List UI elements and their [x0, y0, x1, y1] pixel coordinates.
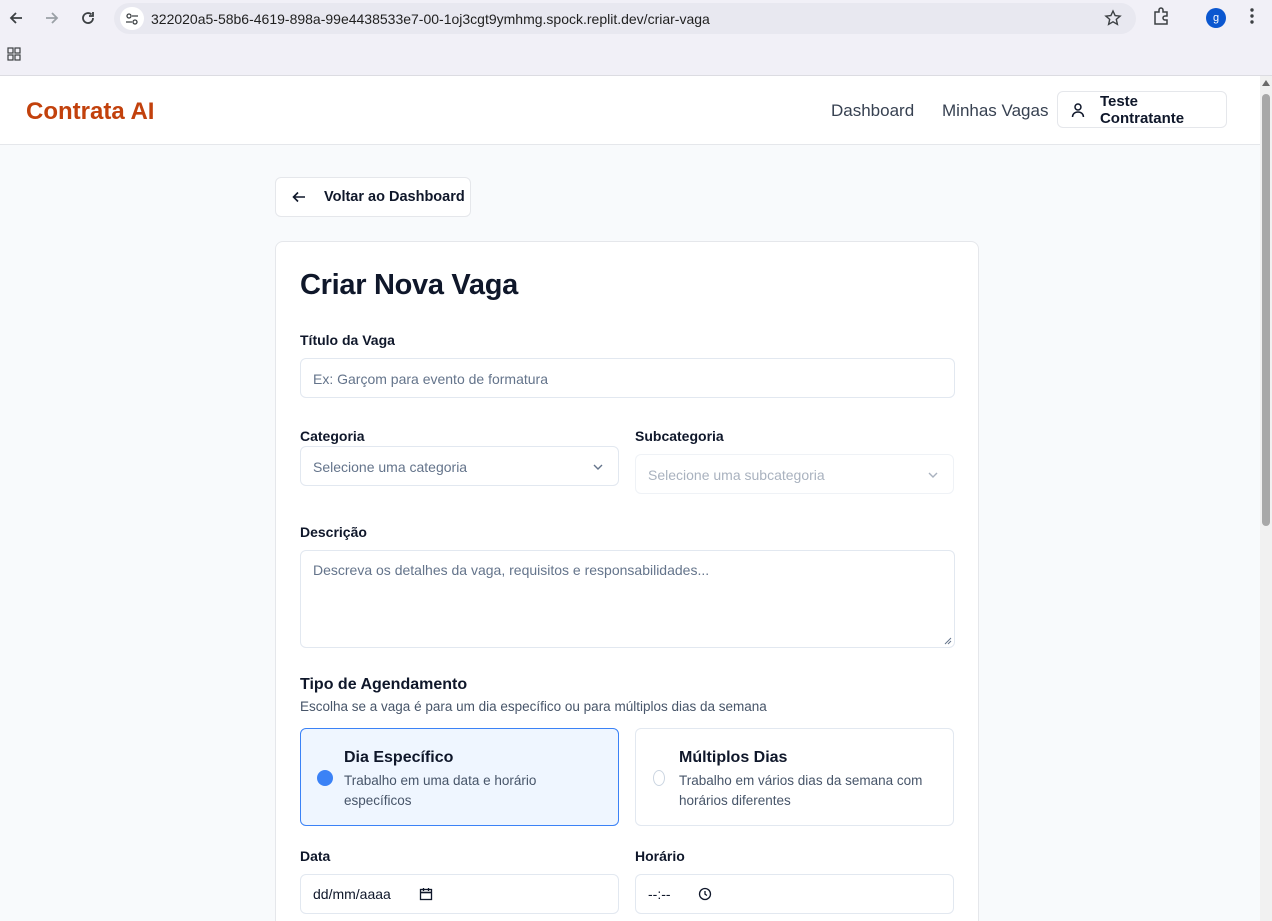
scroll-thumb[interactable]	[1262, 94, 1270, 526]
arrow-left-icon	[292, 191, 305, 203]
back-button-label: Voltar ao Dashboard	[324, 189, 465, 205]
schedule-type-title: Tipo de Agendamento	[300, 676, 468, 693]
site-settings-icon[interactable]	[120, 7, 144, 30]
chevron-down-icon	[593, 464, 603, 470]
chevron-down-icon	[928, 472, 938, 478]
date-input[interactable]: dd/mm/aaaa	[300, 874, 619, 914]
apps-grid-icon[interactable]	[7, 47, 21, 66]
resize-handle-icon[interactable]	[944, 637, 952, 645]
more-menu-icon[interactable]	[1242, 6, 1262, 31]
option-description: Trabalho em vários dias da semana com ho…	[679, 773, 923, 808]
date-value: dd/mm/aaaa	[313, 886, 391, 902]
brand-logo[interactable]: Contrata AI	[26, 98, 154, 126]
page-title: Criar Nova Vaga	[300, 269, 518, 301]
option-multiple-days[interactable]: Múltiplos Dias Trabalho em vários dias d…	[635, 728, 954, 826]
time-label: Horário	[635, 848, 685, 864]
bookmark-star-icon[interactable]	[1104, 9, 1122, 32]
description-label: Descrição	[300, 524, 367, 540]
user-icon	[1071, 102, 1085, 117]
back-to-dashboard-button[interactable]: Voltar ao Dashboard	[275, 177, 471, 217]
subcategory-label: Subcategoria	[635, 428, 724, 444]
extensions-icon[interactable]	[1151, 6, 1171, 31]
profile-avatar[interactable]: g	[1206, 8, 1226, 28]
time-input[interactable]: --:--	[635, 874, 954, 914]
category-placeholder: Selecione uma categoria	[313, 459, 468, 475]
clock-icon[interactable]	[698, 887, 712, 901]
subcategory-select[interactable]: Selecione uma subcategoria	[635, 454, 954, 494]
job-title-placeholder: Ex: Garçom para evento de formatura	[313, 371, 548, 387]
browser-toolbar: 322020a5-58b6-4619-898a-99e4438533e7-00-…	[0, 0, 1272, 36]
create-job-card: Criar Nova Vaga Título da Vaga Ex: Garço…	[275, 241, 979, 921]
back-arrow-icon[interactable]	[4, 6, 28, 30]
time-value: --:--	[648, 886, 671, 902]
address-bar[interactable]: 322020a5-58b6-4619-898a-99e4438533e7-00-…	[114, 3, 1136, 34]
scroll-up-arrow-icon[interactable]	[1262, 80, 1270, 86]
description-textarea[interactable]: Descreva os detalhes da vaga, requisitos…	[300, 550, 955, 648]
user-menu-button[interactable]: Teste Contratante	[1057, 91, 1227, 128]
option-specific-day[interactable]: Dia Específico Trabalho em uma data e ho…	[300, 728, 619, 826]
nav-minhas-vagas[interactable]: Minhas Vagas	[942, 101, 1048, 121]
page-scrollbar[interactable]	[1260, 76, 1272, 921]
radio-unselected-icon[interactable]	[653, 770, 665, 786]
subcategory-placeholder: Selecione uma subcategoria	[648, 467, 825, 483]
category-label: Categoria	[300, 428, 365, 444]
description-placeholder: Descreva os detalhes da vaga, requisitos…	[313, 562, 710, 578]
date-label: Data	[300, 848, 331, 864]
job-title-label: Título da Vaga	[300, 332, 395, 348]
forward-arrow-icon[interactable]	[40, 6, 64, 30]
schedule-type-subtitle: Escolha se a vaga é para um dia específi…	[300, 699, 767, 714]
option-description: Trabalho em uma data e horário específic…	[344, 773, 537, 808]
reload-icon[interactable]	[76, 6, 100, 30]
calendar-icon[interactable]	[419, 887, 433, 901]
option-title: Dia Específico	[344, 749, 454, 766]
job-title-input[interactable]: Ex: Garçom para evento de formatura	[300, 358, 955, 398]
category-select[interactable]: Selecione uma categoria	[300, 446, 619, 486]
url-text[interactable]: 322020a5-58b6-4619-898a-99e4438533e7-00-…	[151, 11, 710, 27]
option-title: Múltiplos Dias	[679, 749, 788, 766]
user-name: Teste Contratante	[1099, 92, 1185, 127]
profile-initial: g	[1212, 12, 1220, 24]
browser-chrome: 322020a5-58b6-4619-898a-99e4438533e7-00-…	[0, 0, 1272, 76]
nav-dashboard[interactable]: Dashboard	[831, 101, 914, 121]
app-header: Contrata AI Dashboard Minhas Vagas Teste…	[0, 76, 1260, 145]
radio-selected-icon[interactable]	[317, 770, 333, 786]
